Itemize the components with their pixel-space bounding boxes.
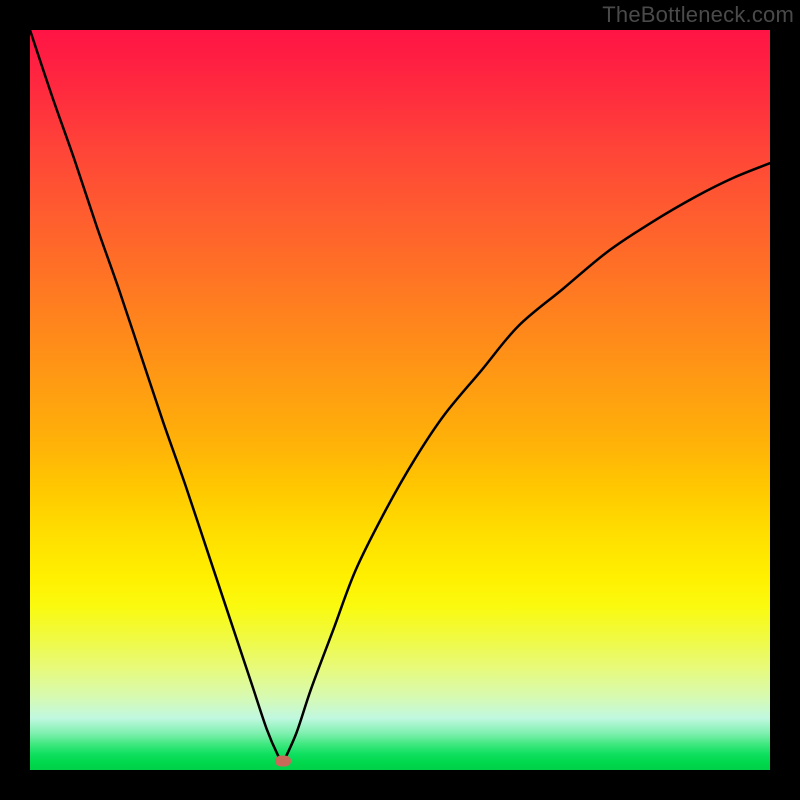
- curve-svg: [30, 30, 770, 770]
- curve-left-branch: [30, 30, 283, 763]
- curve-right-branch: [283, 163, 770, 762]
- plot-area: [30, 30, 770, 770]
- chart-frame: TheBottleneck.com: [0, 0, 800, 800]
- watermark-text: TheBottleneck.com: [602, 2, 794, 28]
- minimum-marker: [275, 756, 291, 767]
